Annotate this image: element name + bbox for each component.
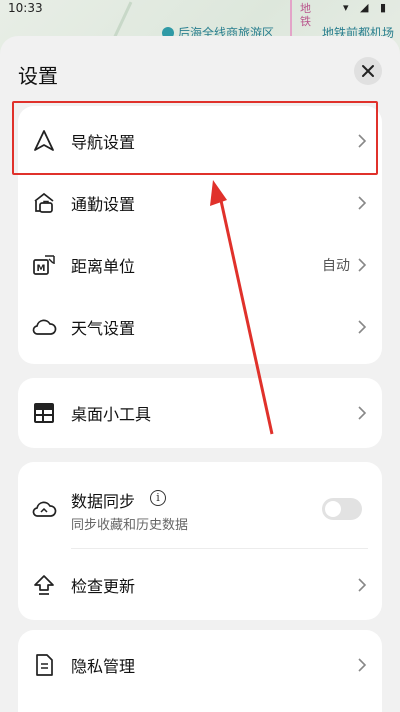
sheet-title: 设置 (18, 64, 58, 88)
chevron-right-icon (358, 578, 367, 592)
close-icon (362, 65, 374, 77)
distance-unit-icon: M (30, 251, 58, 279)
divider (71, 548, 368, 549)
toggle-knob (325, 501, 341, 517)
row-label: 隐私管理 (71, 657, 136, 676)
sync-toggle[interactable] (322, 498, 362, 520)
sync-description: 同步收藏和历史数据 (71, 518, 189, 533)
status-icons: ▾ ◢ ▮ (342, 1, 390, 14)
widget-icon (30, 399, 58, 427)
row-desktop-widget[interactable]: 桌面小工具 (18, 382, 382, 444)
chevron-right-icon (358, 406, 367, 420)
upload-arrow-icon (30, 571, 58, 599)
chevron-right-icon (358, 258, 367, 272)
row-weather-settings[interactable]: 天气设置 (18, 296, 382, 358)
highlight-box (12, 101, 378, 175)
row-label: 桌面小工具 (71, 405, 152, 424)
privacy-document-icon (30, 651, 58, 679)
chevron-right-icon (358, 196, 367, 210)
row-label: 距离单位 (71, 257, 136, 276)
row-data-sync: 数据同步 i 同步收藏和历史数据 (18, 474, 382, 544)
row-check-update[interactable]: 检查更新 (18, 554, 382, 616)
distance-unit-value: 自动 (322, 258, 350, 274)
row-label: 通勤设置 (71, 195, 136, 214)
row-label: 检查更新 (71, 577, 136, 596)
settings-group-privacy: 隐私管理 (18, 630, 382, 712)
commute-briefcase-icon (30, 189, 58, 217)
row-privacy-management[interactable]: 隐私管理 (18, 634, 382, 696)
settings-group-widgets: 桌面小工具 (18, 378, 382, 448)
row-label: 天气设置 (71, 319, 136, 338)
status-bar: 10:33 ▾ ◢ ▮ (0, 0, 400, 18)
chevron-right-icon (358, 658, 367, 672)
close-button[interactable] (354, 57, 382, 85)
info-icon[interactable]: i (150, 490, 166, 506)
status-time: 10:33 (8, 1, 43, 15)
row-label: 数据同步 (71, 492, 136, 511)
chevron-right-icon (358, 320, 367, 334)
svg-text:M: M (37, 264, 46, 274)
cloud-weather-icon (30, 313, 58, 341)
row-commute-settings[interactable]: 通勤设置 (18, 172, 382, 234)
cloud-sync-icon (30, 495, 58, 523)
settings-group-data: 数据同步 i 同步收藏和历史数据 检查更新 (18, 462, 382, 620)
row-distance-unit[interactable]: M 距离单位 自动 (18, 234, 382, 296)
